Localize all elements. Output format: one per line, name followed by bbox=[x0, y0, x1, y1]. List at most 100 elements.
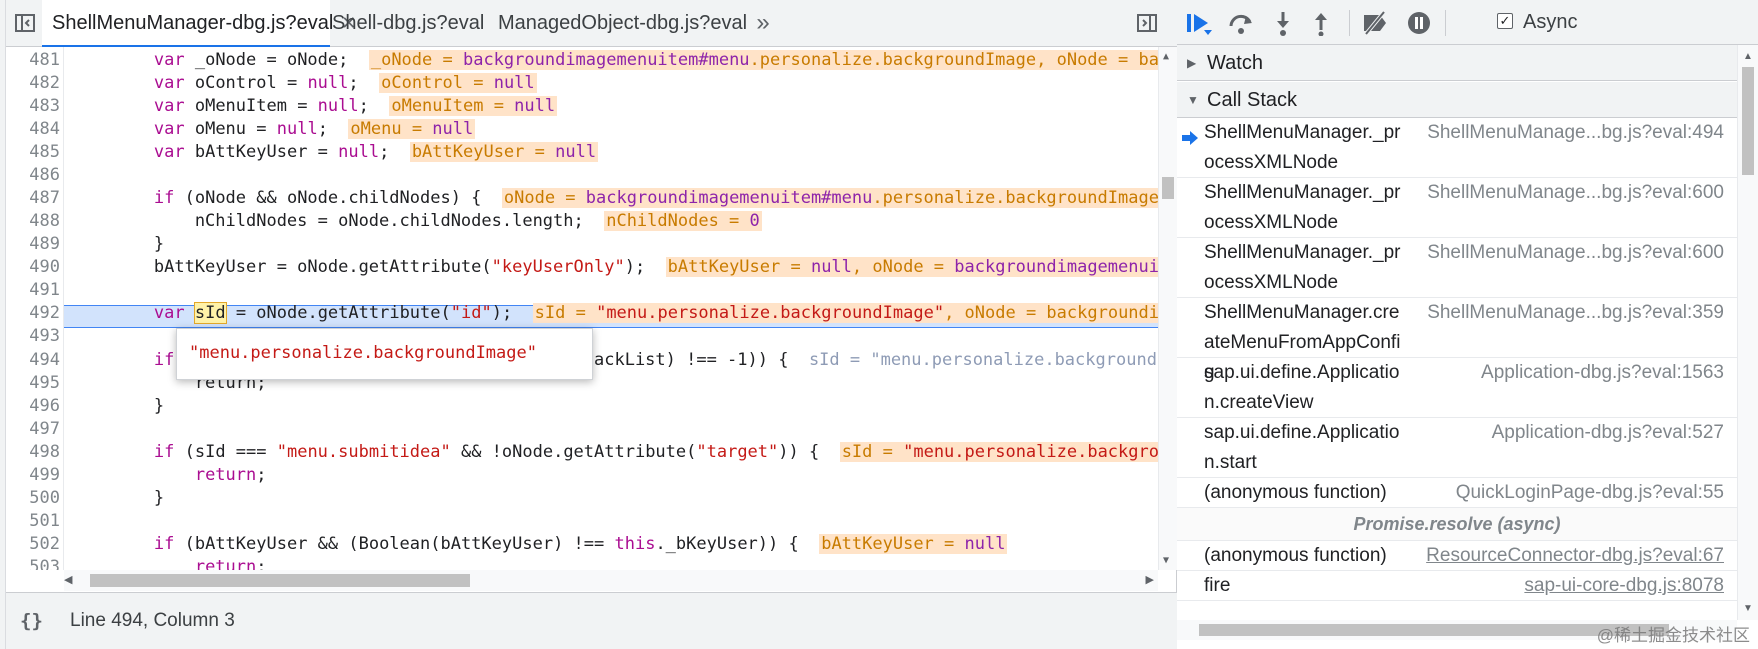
sidebar-vertical-scrollbar[interactable]: ▲ ▼ bbox=[1737, 45, 1758, 620]
watch-section-header[interactable]: ▶ Watch bbox=[1177, 45, 1737, 81]
code-line[interactable]: 487 if (oNode && oNode.childNodes) { oNo… bbox=[6, 187, 1161, 210]
line-number[interactable]: 495 bbox=[6, 372, 60, 395]
scroll-thumb[interactable] bbox=[1742, 67, 1754, 175]
async-checkbox[interactable]: ✓ bbox=[1497, 13, 1513, 29]
code-line[interactable]: 497 bbox=[6, 418, 1158, 441]
scroll-right-arrow-icon[interactable]: ▶ bbox=[1146, 573, 1154, 586]
call-frame[interactable]: (anonymous function) ResourceConnector-db… bbox=[1177, 541, 1737, 571]
code-line[interactable]: 489 } bbox=[6, 233, 1158, 256]
deactivate-breakpoints-icon[interactable] bbox=[1359, 8, 1391, 38]
code-area[interactable]: 481 var _oNode = oNode; _oNode = backgro… bbox=[6, 47, 1177, 570]
toggle-navigator-icon[interactable] bbox=[10, 8, 40, 38]
line-number[interactable]: 503 bbox=[6, 556, 60, 570]
scroll-down-arrow-icon[interactable]: ▼ bbox=[1163, 555, 1169, 566]
code-line[interactable]: 496 } bbox=[6, 395, 1158, 418]
frame-source-location[interactable]: sap-ui-core-dbg.js:8078 bbox=[1524, 571, 1724, 601]
call-stack-section-header[interactable]: ▼ Call Stack bbox=[1177, 82, 1737, 118]
code-line[interactable]: 486 bbox=[6, 164, 1158, 187]
line-number[interactable]: 481 bbox=[6, 49, 60, 72]
code-line[interactable]: 482 var oControl = null; oControl = null bbox=[6, 72, 1158, 95]
value-popover: "menu.personalize.backgroundImage" bbox=[176, 328, 593, 380]
line-number[interactable]: 488 bbox=[6, 210, 60, 233]
call-frame[interactable]: ShellMenuManager._processXMLNode ShellMen… bbox=[1177, 238, 1737, 298]
line-number[interactable]: 501 bbox=[6, 510, 60, 533]
call-frame[interactable]: sap.ui.define.Application.start Applicati… bbox=[1177, 418, 1737, 478]
code-line[interactable]: 484 var oMenu = null; oMenu = null bbox=[6, 118, 1158, 141]
line-number[interactable]: 493 bbox=[6, 325, 60, 348]
code-line[interactable]: 501 bbox=[6, 510, 1158, 533]
line-number[interactable]: 484 bbox=[6, 118, 60, 141]
frame-source-location[interactable]: ShellMenuManage...bg.js?eval:359 bbox=[1427, 298, 1724, 328]
line-number[interactable]: 499 bbox=[6, 464, 60, 487]
async-separator: Promise.resolve (async) bbox=[1177, 508, 1737, 541]
frame-source-location[interactable]: ShellMenuManage...bg.js?eval:600 bbox=[1427, 238, 1724, 268]
frame-source-location[interactable]: ResourceConnector-dbg.js?eval:67 bbox=[1426, 541, 1724, 571]
scroll-thumb[interactable] bbox=[90, 574, 470, 587]
line-number[interactable]: 490 bbox=[6, 256, 60, 279]
line-number[interactable]: 492 bbox=[6, 302, 60, 325]
frame-function-name: sap.ui.define.Application.start bbox=[1204, 422, 1400, 473]
tab-shell-dbg[interactable]: Shell-dbg.js?eval bbox=[322, 0, 494, 47]
code-line[interactable]: 485 var bAttKeyUser = null; bAttKeyUser … bbox=[6, 141, 1158, 164]
code-line[interactable]: 500 } bbox=[6, 487, 1158, 510]
frame-function-name: fire bbox=[1204, 575, 1231, 596]
call-stack-list: ShellMenuManager._processXMLNode ShellMen… bbox=[1177, 118, 1737, 620]
call-frame[interactable]: ShellMenuManager.createMenuFromAppConfig… bbox=[1177, 298, 1737, 383]
call-frame[interactable]: ShellMenuManager._processXMLNode ShellMen… bbox=[1177, 178, 1737, 238]
scroll-up-arrow-icon[interactable]: ▲ bbox=[1163, 51, 1169, 62]
more-tabs-icon[interactable]: » bbox=[748, 8, 778, 38]
line-number[interactable]: 491 bbox=[6, 279, 60, 302]
toggle-debugger-sidebar-icon[interactable] bbox=[1132, 8, 1162, 38]
scroll-down-arrow-icon[interactable]: ▼ bbox=[1743, 603, 1753, 614]
frame-source-location[interactable]: Application-dbg.js?eval:1563 bbox=[1481, 358, 1724, 388]
line-number[interactable]: 497 bbox=[6, 418, 60, 441]
code-line[interactable]: 481 var _oNode = oNode; _oNode = backgro… bbox=[6, 49, 1177, 72]
line-number[interactable]: 496 bbox=[6, 395, 60, 418]
line-number[interactable]: 485 bbox=[6, 141, 60, 164]
call-frame[interactable]: fire sap-ui-core-dbg.js:8078 bbox=[1177, 571, 1737, 601]
frame-source-location[interactable]: Application-dbg.js?eval:527 bbox=[1492, 418, 1724, 448]
line-number[interactable]: 482 bbox=[6, 72, 60, 95]
line-number[interactable]: 498 bbox=[6, 441, 60, 464]
line-number[interactable]: 502 bbox=[6, 533, 60, 556]
source-editor-pane: ShellMenuManager-dbg.js?eval ✕ Shell-dbg.… bbox=[0, 0, 1177, 649]
code-line[interactable]: 483 var oMenuItem = null; oMenuItem = nu… bbox=[6, 95, 1158, 118]
line-number[interactable]: 500 bbox=[6, 487, 60, 510]
code-line[interactable]: 488 nChildNodes = oNode.childNodes.lengt… bbox=[6, 210, 1158, 233]
line-number[interactable]: 486 bbox=[6, 164, 60, 187]
frame-function-name: ShellMenuManager._processXMLNode bbox=[1204, 242, 1401, 293]
code-horizontal-scrollbar[interactable]: ◀ ▶ bbox=[64, 570, 1158, 591]
call-frame[interactable]: sap.ui.define.Application.createView Appl… bbox=[1177, 358, 1737, 418]
step-over-icon[interactable] bbox=[1225, 8, 1257, 38]
tab-shell-menu-manager[interactable]: ShellMenuManager-dbg.js?eval ✕ bbox=[42, 0, 356, 47]
resume-icon[interactable] bbox=[1183, 8, 1215, 38]
code-line[interactable]: 491 bbox=[6, 279, 1158, 302]
scroll-up-arrow-icon[interactable]: ▲ bbox=[1743, 51, 1753, 62]
call-frame[interactable]: ShellMenuManager._processXMLNode ShellMen… bbox=[1177, 118, 1737, 178]
pause-on-exceptions-icon[interactable] bbox=[1403, 8, 1435, 38]
tab-managed-object[interactable]: ManagedObject-dbg.js?eval bbox=[488, 0, 757, 47]
scroll-thumb[interactable] bbox=[1162, 177, 1174, 199]
scroll-left-arrow-icon[interactable]: ◀ bbox=[64, 573, 72, 586]
code-line[interactable]: 503 return; bbox=[6, 556, 1158, 570]
code-line[interactable]: 492 var sId = oNode.getAttribute("id"); … bbox=[6, 302, 1177, 325]
code-line[interactable]: 502 if (bAttKeyUser && (Boolean(bAttKeyU… bbox=[6, 533, 1158, 556]
watch-title: Watch bbox=[1207, 52, 1263, 74]
code-vertical-scrollbar[interactable]: ▲ ▼ bbox=[1158, 47, 1177, 570]
code-line[interactable]: 498 if (sId === "menu.submitidea" && !oN… bbox=[6, 441, 1177, 464]
frame-source-location[interactable]: ShellMenuManage...bg.js?eval:600 bbox=[1427, 178, 1724, 208]
line-number[interactable]: 487 bbox=[6, 187, 60, 210]
call-frame[interactable]: (anonymous function) QuickLoginPage-dbg.j… bbox=[1177, 478, 1737, 508]
step-into-icon[interactable] bbox=[1267, 8, 1299, 38]
toolbar-separator bbox=[1349, 10, 1350, 36]
code-line[interactable]: 499 return; bbox=[6, 464, 1158, 487]
step-out-icon[interactable] bbox=[1305, 8, 1337, 38]
line-number[interactable]: 494 bbox=[6, 349, 60, 372]
pretty-print-icon[interactable]: {} bbox=[20, 610, 50, 632]
frame-source-location[interactable]: ShellMenuManage...bg.js?eval:494 bbox=[1427, 118, 1724, 148]
code-text: if (oNode && oNode.childNodes) { oNode =… bbox=[153, 188, 1161, 209]
frame-source-location[interactable]: QuickLoginPage-dbg.js?eval:55 bbox=[1456, 478, 1724, 508]
code-line[interactable]: 490 bAttKeyUser = oNode.getAttribute("ke… bbox=[6, 256, 1177, 279]
line-number[interactable]: 483 bbox=[6, 95, 60, 118]
line-number[interactable]: 489 bbox=[6, 233, 60, 256]
